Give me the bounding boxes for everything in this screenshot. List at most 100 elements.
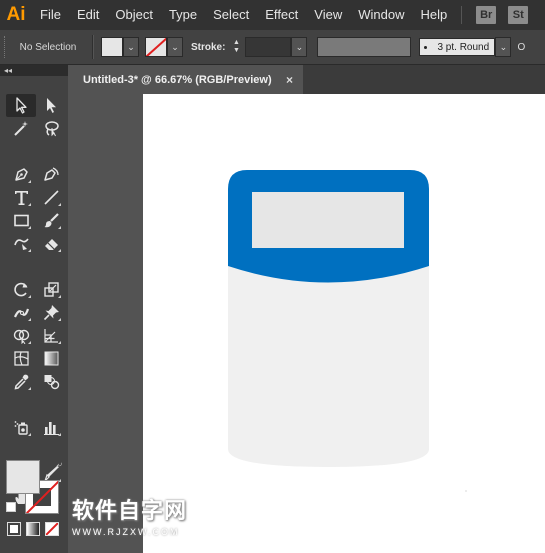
lasso-icon [44,121,59,137]
blend-tool[interactable] [36,370,66,393]
selection-status: No Selection [19,41,77,53]
fill-dropdown[interactable]: ⌄ [123,37,139,57]
stroke-weight-field[interactable] [245,37,292,57]
menu-object[interactable]: Object [107,0,161,30]
scale-tool[interactable] [36,278,66,301]
brush-label: 3 pt. Round [437,41,490,53]
line-segment-icon [43,190,59,205]
watermark: 软件自字网 WWW.RJZXW.COM [72,493,218,549]
rectangle-icon [13,214,29,227]
magic-wand-icon [13,121,28,136]
stroke-label: Stroke: [191,41,226,53]
divider [92,35,94,59]
perspective-grid-tool[interactable] [36,324,66,347]
shape-builder-icon [13,329,29,344]
type-t-icon [14,191,28,205]
menu-help[interactable]: Help [412,0,455,30]
eyedropper-tool[interactable] [6,370,36,393]
brush-definition[interactable]: 3 pt. Round [419,38,496,56]
curvature-tool[interactable] [36,163,66,186]
shaper-icon [13,238,29,250]
control-bar: No Selection ⌄ ⌄ Stroke: ▲ ▼ ⌄ 3 pt. Roun… [0,30,545,65]
bridge-button[interactable]: Br [476,6,497,24]
variable-width-profile[interactable] [317,37,412,57]
eraser-tool[interactable] [36,232,66,255]
color-mode-button[interactable] [7,522,21,536]
lasso-tool[interactable] [36,117,66,140]
shape-builder-tool[interactable] [6,324,36,347]
document-tab[interactable]: Untitled-3* @ 66.67% (RGB/Preview) × [75,65,303,94]
chevron-up-icon: ▲ [232,39,240,46]
menu-bar: Ai File Edit Object Type Select Effect V… [0,0,545,30]
puppet-warp-tool[interactable] [36,301,66,324]
menu-window[interactable]: Window [350,0,412,30]
shaper-tool[interactable] [6,232,36,255]
eyedropper-icon [14,374,28,390]
toolbar-collapse[interactable]: ◂◂ [0,65,68,76]
symbol-sprayer-icon [14,421,28,435]
stroke-dropdown[interactable]: ⌄ [167,37,183,57]
magic-wand-tool[interactable] [6,117,36,140]
column-graph-tool[interactable] [36,416,66,439]
stroke-swatch[interactable] [145,37,167,57]
brush-dropdown[interactable]: ⌄ [495,37,512,57]
watermark-url: WWW.RJZXW.COM [72,527,180,537]
blend-icon [44,375,59,390]
pen-tool[interactable] [6,163,36,186]
gradient-tool[interactable] [36,347,66,370]
document-tab-title: Untitled-3* @ 66.67% (RGB/Preview) [83,73,272,86]
width-tool[interactable] [6,301,36,324]
direct-selection-tool[interactable] [36,94,66,117]
menu-view[interactable]: View [306,0,350,30]
app-logo: Ai [6,4,26,25]
paintbrush-tool[interactable] [36,209,66,232]
color-mode-buttons [7,522,59,536]
pushpin-icon [43,305,59,321]
direct-selection-arrow-icon [46,98,56,113]
chevron-down-icon: ⌄ [499,41,508,52]
swap-fill-stroke-icon[interactable]: ⤶ [56,460,62,471]
gradient-icon [44,351,58,366]
selection-tool[interactable] [6,94,36,117]
cap-label-rect[interactable] [252,192,404,248]
fill-stroke-control: ⤶ [6,460,62,520]
rectangle-tool[interactable] [6,209,36,232]
type-tool[interactable] [6,186,36,209]
paintbrush-icon [44,213,59,228]
menu-file[interactable]: File [32,0,69,30]
scale-icon [43,282,59,297]
stroke-weight-dropdown[interactable]: ⌄ [291,37,308,57]
none-mode-button[interactable] [45,522,59,536]
container-body[interactable] [228,262,429,467]
chevron-down-icon: ⌄ [127,41,135,52]
close-icon[interactable]: × [286,73,293,87]
menu-type[interactable]: Type [161,0,205,30]
menu-effect[interactable]: Effect [257,0,306,30]
mesh-icon [13,351,29,366]
menu-select[interactable]: Select [205,0,257,30]
chevron-down-icon: ⌄ [171,41,179,52]
gradient-mode-button[interactable] [26,522,40,536]
artboard[interactable] [143,94,545,553]
menu-edit[interactable]: Edit [69,0,107,30]
chevron-down-icon: ▼ [232,47,240,54]
symbol-sprayer-tool[interactable] [6,416,36,439]
mesh-tool[interactable] [6,347,36,370]
selection-arrow-icon [15,97,27,114]
default-fill-stroke-icon[interactable] [6,502,16,512]
column-graph-icon [43,422,59,435]
line-tool[interactable] [36,186,66,209]
opacity-label[interactable]: O [517,42,525,53]
width-icon [13,308,29,318]
rotate-tool[interactable] [6,278,36,301]
stray-dot [465,490,467,492]
stock-button[interactable]: St [508,6,529,24]
rotate-icon [13,282,27,297]
stroke-stepper[interactable]: ▲ ▼ [231,38,241,56]
tools-panel: ⤶ [0,76,68,553]
fill-swatch[interactable] [101,37,123,57]
watermark-title: 软件自字网 [72,499,188,524]
fill-color-box[interactable] [6,460,40,494]
chevron-down-icon: ⌄ [295,41,304,52]
brush-dot-icon [424,45,428,49]
